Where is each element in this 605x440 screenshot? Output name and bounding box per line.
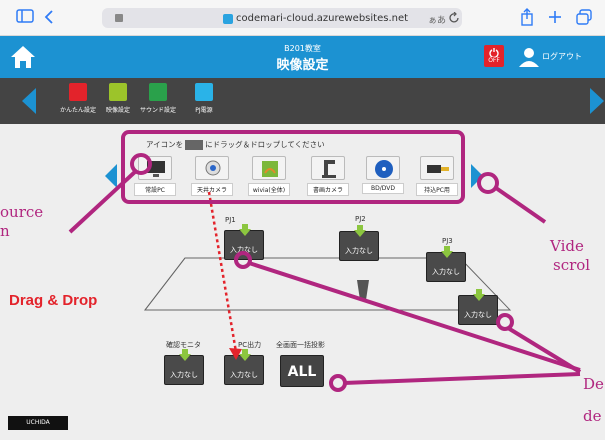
- annotation-video-line1: Vide: [550, 237, 584, 255]
- uchida-logo: UCHIDA: [8, 416, 68, 430]
- annotation-lines: [68, 153, 582, 392]
- annotation-video-line2: scrol: [553, 256, 591, 274]
- annotation-source-line2: n: [0, 222, 10, 240]
- annotation-source-line1: ource: [0, 203, 44, 221]
- drag-and-drop-annotation: Drag & Drop: [9, 292, 98, 309]
- annotation-dest-line1: De: [583, 375, 604, 393]
- annotation-dest-line2: de: [583, 407, 602, 425]
